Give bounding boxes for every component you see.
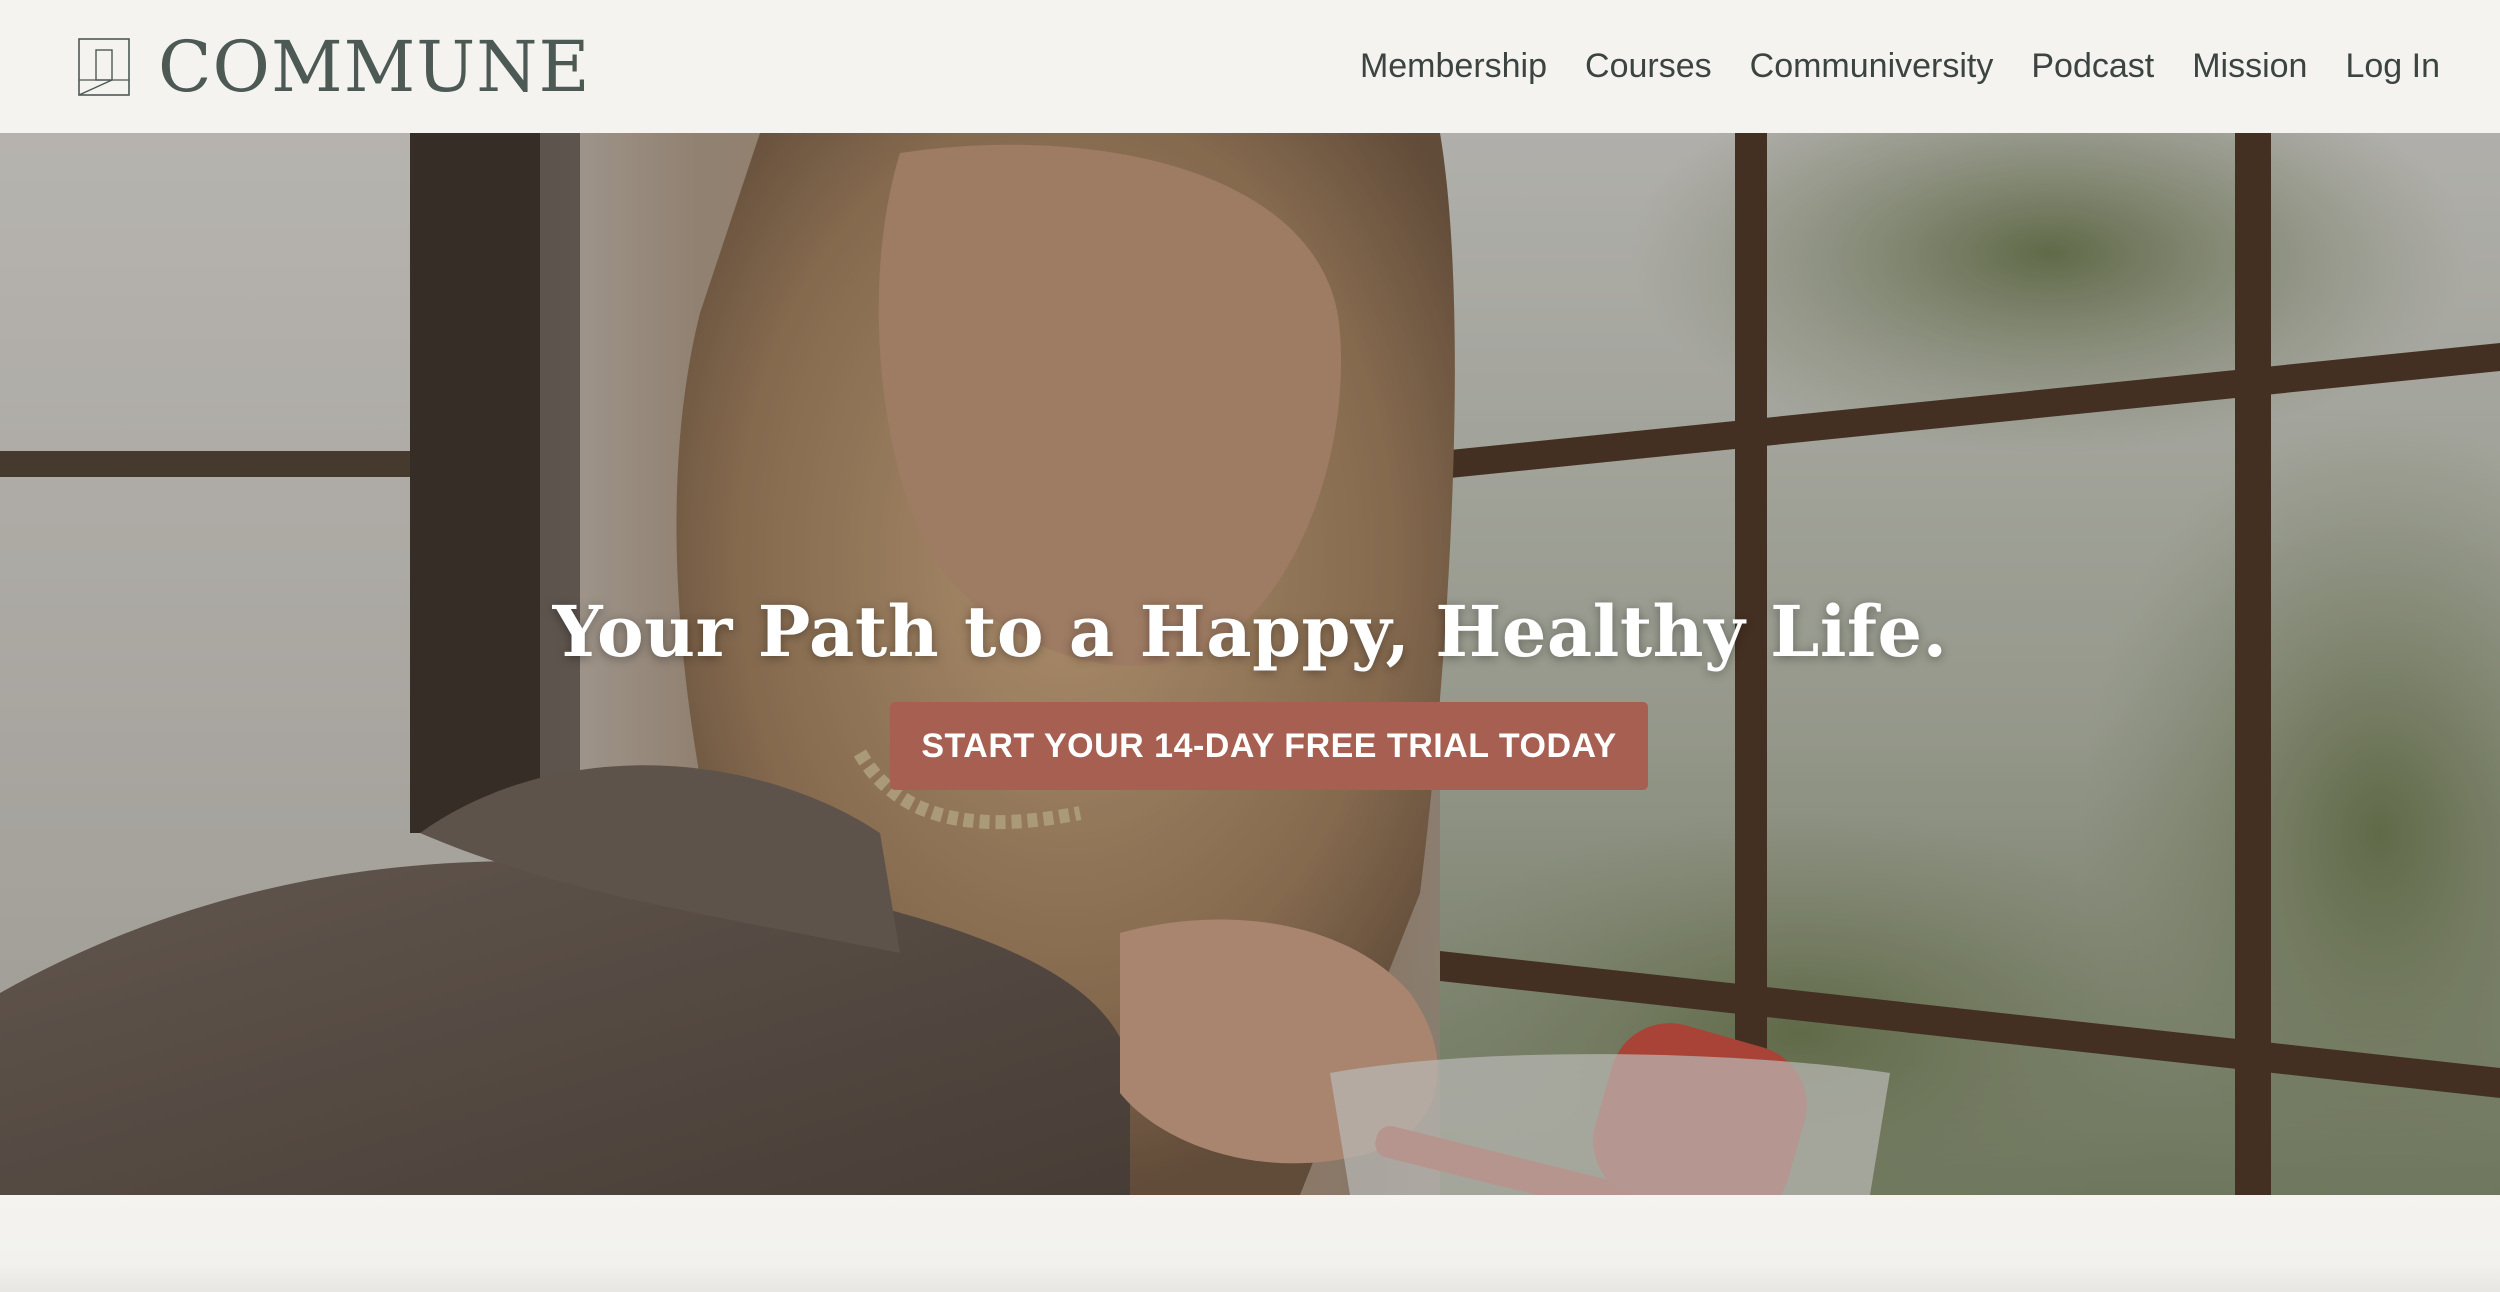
commune-logo-icon — [78, 37, 130, 96]
nav-item-courses[interactable]: Courses — [1585, 47, 1712, 86]
nav-item-podcast[interactable]: Podcast — [2031, 47, 2154, 86]
hero-section: Your Path to a Happy, Healthy Life. STAR… — [0, 133, 2500, 1195]
start-free-trial-button[interactable]: START YOUR 14-DAY FREE TRIAL TODAY — [890, 702, 1648, 790]
hero-content: Your Path to a Happy, Healthy Life. STAR… — [0, 133, 2500, 1195]
nav-item-membership[interactable]: Membership — [1360, 47, 1547, 86]
brand-logo-link[interactable]: COMMUNE — [78, 32, 591, 102]
page: COMMUNE Membership Courses Communiversit… — [0, 0, 2500, 1292]
main-navigation: Membership Courses Communiversity Podcas… — [1360, 47, 2440, 86]
hero-title: Your Path to a Happy, Healthy Life. — [552, 589, 1948, 673]
nav-item-log-in[interactable]: Log In — [2345, 47, 2440, 86]
site-header: COMMUNE Membership Courses Communiversit… — [0, 0, 2500, 133]
brand-name: COMMUNE — [158, 25, 591, 108]
content-section-top — [0, 1195, 2500, 1292]
nav-item-communiversity[interactable]: Communiversity — [1750, 47, 1994, 86]
nav-item-mission[interactable]: Mission — [2192, 47, 2307, 86]
